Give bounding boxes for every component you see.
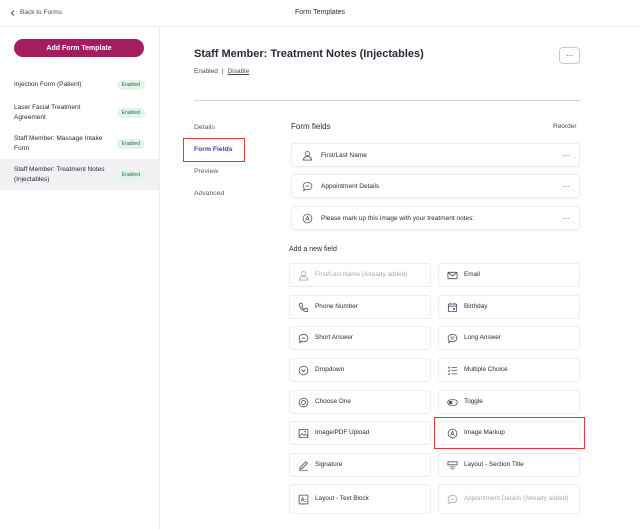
option-email[interactable]: Email [438, 263, 580, 287]
option-appointment-details: Appointment Details (Already added) [438, 484, 580, 514]
status-badge: Enabled [116, 138, 145, 149]
template-name: Staff Member: Massage Intake Form [14, 134, 103, 152]
status-badge: Enabled [116, 107, 145, 118]
option-label: Multiple Choice [464, 366, 508, 373]
field-label: Appointment Details [321, 182, 380, 190]
form-status-row: Enabled | Disable [194, 68, 249, 75]
option-label: Long Answer [464, 334, 501, 341]
status-badge: Enabled [116, 79, 145, 90]
template-name: Laser Facial Treatment Agreement [14, 103, 81, 121]
reorder-link[interactable]: Reorder [553, 123, 576, 130]
markup-icon [447, 428, 458, 439]
option-long-answer[interactable]: Long Answer [438, 326, 580, 350]
field-menu-icon[interactable]: ··· [563, 214, 570, 223]
template-item-injection-form[interactable]: Injection Form (Patient) Enabled [0, 72, 159, 97]
section-title-icon [447, 460, 458, 471]
sidebar: Add Form Template Injection Form (Patien… [0, 27, 160, 529]
tab-advanced[interactable]: Advanced [194, 188, 254, 210]
option-phone-number[interactable]: Phone Number [289, 295, 431, 319]
chevron-circle-icon [298, 365, 309, 376]
form-subnav: Details Form Fields Preview Advanced [194, 122, 254, 210]
option-label: Toggle [464, 398, 483, 405]
add-form-template-button[interactable]: Add Form Template [14, 39, 144, 57]
option-label: Phone Number [315, 303, 358, 310]
option-label: Appointment Details (Already added) [464, 495, 569, 502]
option-label: Birthday [464, 303, 488, 310]
chat-bubble-icon [302, 181, 313, 192]
option-label: Short Answer [315, 334, 354, 341]
option-label: Image Markup [464, 429, 505, 436]
template-list: Injection Form (Patient) Enabled Laser F… [0, 72, 159, 190]
chat-lines-icon [447, 333, 458, 344]
option-toggle[interactable]: Toggle [438, 390, 580, 414]
top-bar: Back to Forms Form Templates [0, 0, 640, 27]
field-appointment-details[interactable]: Appointment Details ··· [291, 174, 580, 198]
option-multiple-choice[interactable]: Multiple Choice [438, 358, 580, 382]
option-layout-text-block[interactable]: Layout - Text Block [289, 484, 431, 514]
chat-bubble-icon [298, 333, 309, 344]
calendar-icon [447, 302, 458, 313]
option-label: Signature [315, 461, 343, 468]
option-dropdown[interactable]: Dropdown [289, 358, 431, 382]
text-block-icon [298, 494, 309, 505]
option-label: Choose One [315, 398, 351, 405]
option-image-markup[interactable]: Image Markup [438, 421, 580, 445]
field-label: Please mark up this image with your trea… [321, 214, 475, 222]
field-menu-icon[interactable]: ··· [563, 182, 570, 191]
image-icon [298, 428, 309, 439]
chat-bubble-icon [447, 494, 458, 505]
person-icon [298, 270, 309, 281]
form-fields-title: Form fields [291, 122, 331, 131]
radio-icon [298, 397, 309, 408]
status-badge: Enabled [116, 169, 145, 180]
form-status: Enabled [194, 68, 218, 75]
main-panel: Staff Member: Treatment Notes (Injectabl… [161, 27, 640, 529]
page-title: Form Templates [294, 9, 346, 16]
more-dots-icon: ··· [566, 51, 573, 60]
field-label: First/Last Name [321, 151, 367, 159]
option-label: Dropdown [315, 366, 345, 373]
template-item-massage-intake[interactable]: Staff Member: Massage Intake Form Enable… [0, 128, 159, 159]
disable-link[interactable]: Disable [228, 68, 250, 75]
form-title: Staff Member: Treatment Notes (Injectabl… [194, 48, 424, 60]
option-short-answer[interactable]: Short Answer [289, 326, 431, 350]
pen-icon [298, 460, 309, 471]
field-menu-icon[interactable]: ··· [563, 151, 570, 160]
mail-icon [447, 270, 458, 281]
template-name: Staff Member: Treatment Notes (Injectabl… [14, 165, 105, 183]
tab-preview[interactable]: Preview [194, 166, 254, 188]
checklist-icon [447, 365, 458, 376]
tab-form-fields[interactable]: Form Fields [194, 144, 254, 166]
field-image-markup[interactable]: Please mark up this image with your trea… [291, 206, 580, 230]
option-label: Layout - Section Title [464, 461, 524, 468]
markup-icon [302, 213, 313, 224]
option-label: Image/PDF Upload [315, 429, 370, 436]
template-item-laser-facial[interactable]: Laser Facial Treatment Agreement Enabled [0, 97, 159, 128]
option-label: Layout - Text Block [315, 495, 369, 502]
status-separator: | [221, 68, 224, 75]
option-birthday[interactable]: Birthday [438, 295, 580, 319]
field-first-last-name[interactable]: First/Last Name ··· [291, 143, 580, 167]
option-label: First/Last Name (Already added) [315, 271, 408, 278]
template-name: Injection Form (Patient) [14, 80, 82, 88]
more-options-button[interactable]: ··· [559, 47, 580, 64]
person-icon [302, 150, 313, 161]
phone-icon [298, 302, 309, 313]
option-first-last-name: First/Last Name (Already added) [289, 263, 431, 287]
divider [194, 100, 580, 101]
template-item-treatment-notes[interactable]: Staff Member: Treatment Notes (Injectabl… [0, 159, 159, 190]
option-image-pdf-upload[interactable]: Image/PDF Upload [289, 421, 431, 445]
option-layout-section-title[interactable]: Layout - Section Title [438, 453, 580, 477]
tab-details[interactable]: Details [194, 122, 254, 144]
add-field-title: Add a new field [289, 246, 337, 253]
option-choose-one[interactable]: Choose One [289, 390, 431, 414]
option-label: Email [464, 271, 480, 278]
toggle-icon [447, 397, 458, 408]
option-signature[interactable]: Signature [289, 453, 431, 477]
